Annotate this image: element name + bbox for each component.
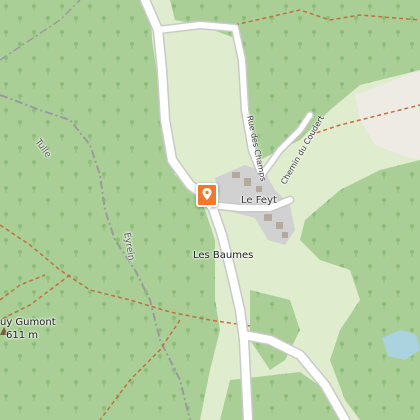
label-puy-gumont: uy Gumont — [0, 317, 56, 328]
label-les-baumes: Les Baumes — [193, 250, 254, 261]
map-view[interactable]: Tulle Eyrein Rue des Champs Chemin du Co… — [0, 0, 420, 420]
label-elevation: 611 m — [6, 330, 39, 341]
map-canvas — [0, 0, 420, 420]
pin-glyph-icon — [202, 188, 212, 200]
label-le-feyt: Le Feyt — [241, 195, 277, 206]
map-pin-icon[interactable] — [196, 183, 218, 210]
